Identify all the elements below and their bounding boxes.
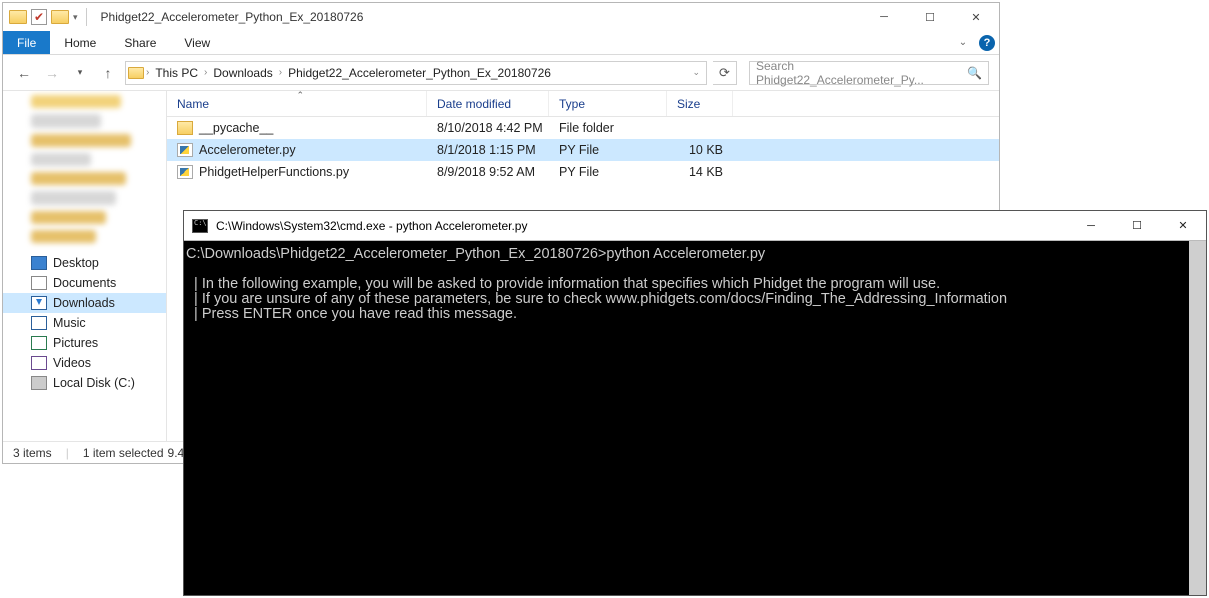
column-date[interactable]: Date modified (427, 91, 549, 116)
status-item-count: 3 items (13, 446, 52, 460)
breadcrumb-current[interactable]: Phidget22_Accelerometer_Python_Ex_201807… (284, 66, 555, 80)
tree-label: Downloads (53, 296, 115, 310)
tree-item-music[interactable]: Music (3, 313, 166, 333)
forward-button[interactable]: → (41, 62, 63, 84)
file-date: 8/1/2018 1:15 PM (427, 143, 549, 157)
column-type[interactable]: Type (549, 91, 667, 116)
tree-item-desktop[interactable]: Desktop (3, 253, 166, 273)
file-size: 10 KB (667, 143, 733, 157)
tree-item-localdisk[interactable]: Local Disk (C:) (3, 373, 166, 393)
breadcrumb-thispc[interactable]: This PC (151, 66, 202, 80)
refresh-button[interactable]: ⟳ (713, 61, 737, 85)
sort-ascending-icon: ⌃ (297, 91, 305, 101)
file-type: File folder (549, 121, 667, 135)
folder-icon (177, 121, 193, 135)
navigation-tree[interactable]: Desktop Documents Downloads Music Pictur… (3, 91, 167, 441)
tree-label: Videos (53, 356, 91, 370)
explorer-titlebar[interactable]: ✔ ▾ Phidget22_Accelerometer_Python_Ex_20… (3, 3, 999, 31)
file-size: 14 KB (667, 165, 733, 179)
column-headers: Name⌃ Date modified Type Size (167, 91, 999, 117)
file-name: __pycache__ (199, 121, 273, 135)
desktop-icon (31, 256, 47, 270)
python-file-icon (177, 143, 193, 157)
ribbon-tab-file[interactable]: File (3, 31, 50, 54)
scrollbar-down-button[interactable]: ▾ (1189, 578, 1206, 595)
folder-icon (128, 67, 144, 79)
ribbon-expand-icon[interactable]: ⌄ (951, 31, 975, 54)
file-date: 8/9/2018 9:52 AM (427, 165, 549, 179)
tree-label: Local Disk (C:) (53, 376, 135, 390)
file-name: Accelerometer.py (199, 143, 296, 157)
cmd-window: C:\Windows\System32\cmd.exe - python Acc… (183, 210, 1207, 596)
history-dropdown-icon[interactable]: ▾ (69, 62, 91, 84)
disk-icon (31, 376, 47, 390)
chevron-right-icon[interactable]: › (146, 67, 149, 78)
address-bar[interactable]: › This PC › Downloads › Phidget22_Accele… (125, 61, 707, 85)
tree-label: Documents (53, 276, 116, 290)
ribbon-tabs: File Home Share View ⌄ ? (3, 31, 999, 55)
ribbon-tab-home[interactable]: Home (50, 31, 110, 54)
python-file-icon (177, 165, 193, 179)
search-input[interactable]: Search Phidget22_Accelerometer_Py... 🔍 (749, 61, 989, 85)
tree-label: Pictures (53, 336, 98, 350)
music-icon (31, 316, 47, 330)
file-type: PY File (549, 143, 667, 157)
folder-icon (9, 10, 27, 24)
address-history-icon[interactable]: ⌄ (688, 67, 704, 78)
chevron-right-icon[interactable]: › (279, 67, 282, 78)
qat-properties-icon[interactable]: ✔ (31, 9, 47, 25)
back-button[interactable]: ← (13, 62, 35, 84)
search-icon[interactable]: 🔍 (967, 66, 982, 80)
tree-blurred-section (3, 95, 166, 243)
videos-icon (31, 356, 47, 370)
tree-item-documents[interactable]: Documents (3, 273, 166, 293)
tree-label: Music (53, 316, 86, 330)
file-name: PhidgetHelperFunctions.py (199, 165, 349, 179)
tree-item-videos[interactable]: Videos (3, 353, 166, 373)
file-date: 8/10/2018 4:42 PM (427, 121, 549, 135)
cmd-minimize-button[interactable]: ─ (1068, 211, 1114, 241)
column-name[interactable]: Name⌃ (167, 91, 427, 116)
help-icon: ? (979, 35, 995, 51)
file-row[interactable]: __pycache__ 8/10/2018 4:42 PMFile folder (167, 117, 999, 139)
breadcrumb-downloads[interactable]: Downloads (209, 66, 276, 80)
ribbon-tab-share[interactable]: Share (110, 31, 170, 54)
cmd-icon (192, 219, 208, 233)
documents-icon (31, 276, 47, 290)
file-row[interactable]: Accelerometer.py 8/1/2018 1:15 PMPY File1… (167, 139, 999, 161)
help-button[interactable]: ? (975, 31, 999, 54)
status-selection-count: 1 item selected (83, 446, 164, 460)
cmd-maximize-button[interactable]: ☐ (1114, 211, 1160, 241)
cmd-terminal-output[interactable]: C:\Downloads\Phidget22_Accelerometer_Pyt… (184, 241, 1206, 595)
qat-dropdown-icon[interactable]: ▾ (73, 12, 78, 23)
close-button[interactable]: ✕ (953, 3, 999, 31)
scrollbar-up-button[interactable]: ▴ (1189, 241, 1206, 258)
file-type: PY File (549, 165, 667, 179)
file-row[interactable]: PhidgetHelperFunctions.py 8/9/2018 9:52 A… (167, 161, 999, 183)
scrollbar-thumb[interactable] (1189, 258, 1206, 294)
minimize-button[interactable]: ─ (861, 3, 907, 31)
column-size[interactable]: Size (667, 91, 733, 116)
up-button[interactable]: ↑ (97, 62, 119, 84)
qat-newfolder-icon[interactable] (51, 10, 69, 24)
maximize-button[interactable]: ☐ (907, 3, 953, 31)
cmd-text: C:\Downloads\Phidget22_Accelerometer_Pyt… (186, 247, 1185, 322)
ribbon-tab-view[interactable]: View (170, 31, 224, 54)
window-title: Phidget22_Accelerometer_Python_Ex_201807… (97, 10, 861, 24)
cmd-window-title: C:\Windows\System32\cmd.exe - python Acc… (214, 219, 1068, 233)
pictures-icon (31, 336, 47, 350)
tree-item-pictures[interactable]: Pictures (3, 333, 166, 353)
cmd-close-button[interactable]: ✕ (1160, 211, 1206, 241)
chevron-right-icon[interactable]: › (204, 67, 207, 78)
search-placeholder: Search Phidget22_Accelerometer_Py... (756, 59, 963, 87)
navigation-bar: ← → ▾ ↑ › This PC › Downloads › Phidget2… (3, 55, 999, 91)
downloads-icon (31, 296, 47, 310)
tree-item-downloads[interactable]: Downloads (3, 293, 166, 313)
tree-label: Desktop (53, 256, 99, 270)
cmd-titlebar[interactable]: C:\Windows\System32\cmd.exe - python Acc… (184, 211, 1206, 241)
